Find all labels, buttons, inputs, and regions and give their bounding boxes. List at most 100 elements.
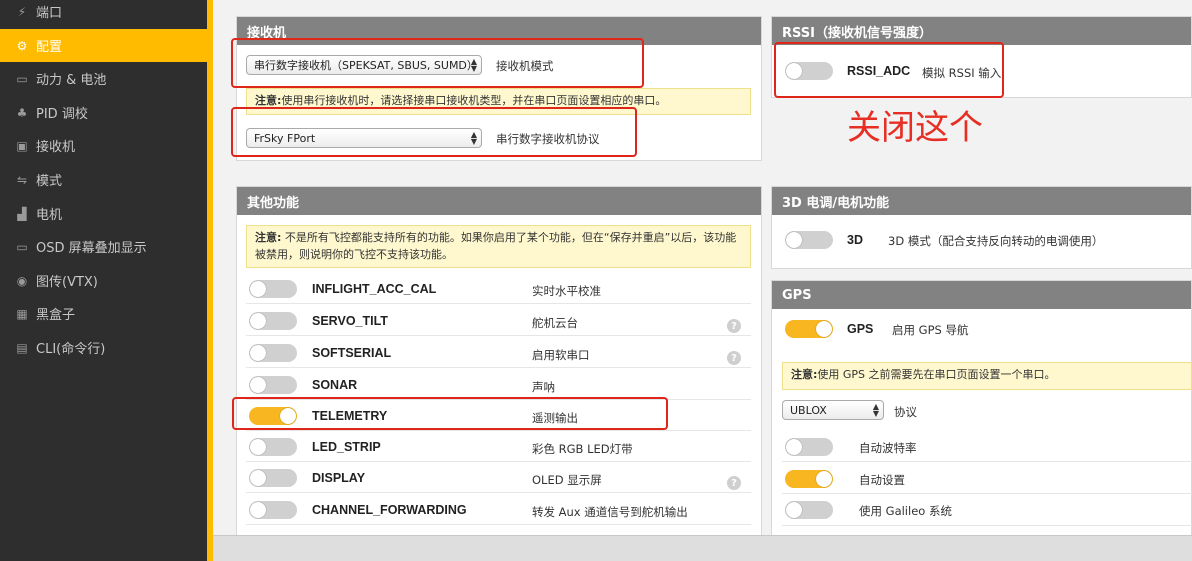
toggle-knob — [250, 377, 266, 393]
terminal-icon: ▤ — [16, 340, 28, 355]
sidebar-item-label: PID 调校 — [36, 107, 88, 122]
gps-toggle[interactable] — [785, 320, 833, 338]
toggle-knob — [250, 313, 266, 329]
other-features-title: 其他功能 — [237, 187, 761, 215]
3d-mode-toggle[interactable] — [785, 231, 833, 249]
toggle-knob — [786, 439, 802, 455]
note-line-2: 被禁用，则说明你的飞控不支持该功能。 — [255, 248, 453, 261]
sidebar-item-modes[interactable]: ⇋ 模式 — [0, 163, 207, 196]
sidebar-item-cli[interactable]: ▤ CLI(命令行) — [0, 331, 207, 364]
divider — [246, 524, 751, 525]
osd-icon: ▭ — [16, 239, 28, 254]
other-features-note: 注意: 不是所有飞控都能支持所有的功能。如果你启用了某个功能，但在“保存并重启”… — [246, 225, 751, 268]
channel-forwarding-name: CHANNEL_FORWARDING — [312, 503, 467, 517]
divider — [246, 461, 751, 462]
note-text: 使用串行接收机时，请选择接串口接收机类型，并在串口页面设置相应的串口。 — [281, 94, 667, 107]
display-desc: OLED 显示屏 — [532, 473, 602, 487]
help-icon[interactable]: ? — [727, 476, 741, 490]
sidebar-item-label: 图传(VTX) — [36, 275, 98, 290]
inflight-acc-cal-toggle[interactable] — [249, 280, 297, 298]
divider — [782, 525, 1192, 526]
inflight-acc-cal-name: INFLIGHT_ACC_CAL — [312, 282, 437, 296]
gps-protocol-value: UBLOX — [790, 403, 827, 417]
gps-auto-baud-toggle[interactable] — [785, 438, 833, 456]
note-bold: 注意: — [255, 94, 282, 107]
toggle-knob — [816, 321, 832, 337]
sidebar-item-label: CLI(命令行) — [36, 342, 106, 357]
annotation-text: 关闭这个 — [847, 108, 983, 148]
rssi-panel-title: RSSI（接收机信号强度） — [772, 17, 1191, 45]
divider — [782, 493, 1192, 494]
annotation-box-receiver-mode — [231, 38, 644, 88]
toggle-knob — [250, 470, 266, 486]
sidebar-item-motors[interactable]: ▟ 电机 — [0, 197, 207, 230]
sidebar-item-ports[interactable]: ⚡ 端口 — [0, 0, 207, 28]
3d-mode-name: 3D — [847, 233, 863, 247]
sidebar-item-vtx[interactable]: ◉ 图传(VTX) — [0, 264, 207, 297]
sidebar-item-receiver[interactable]: ▣ 接收机 — [0, 129, 207, 162]
led-strip-toggle[interactable] — [249, 438, 297, 456]
battery-icon: ▭ — [16, 71, 28, 86]
gps-protocol-select[interactable]: UBLOX ▲ ▼ — [782, 400, 884, 420]
toggle-knob — [786, 232, 802, 248]
broadcast-icon: ◉ — [16, 273, 28, 288]
display-name: DISPLAY — [312, 471, 366, 485]
toggle-knob — [250, 345, 266, 361]
note-line-1: 不是所有飞控都能支持所有的功能。如果你启用了某个功能，但在“保存并重启”以后，该… — [284, 231, 737, 244]
sidebar-item-blackbox[interactable]: ▦ 黑盒子 — [0, 297, 207, 330]
led-strip-name: LED_STRIP — [312, 440, 381, 454]
sidebar-item-label: 配置 — [36, 40, 63, 55]
toggle-knob — [250, 281, 266, 297]
gps-auto-config-toggle[interactable] — [785, 470, 833, 488]
sidebar-item-osd[interactable]: ▭ OSD 屏幕叠加显示 — [0, 230, 207, 263]
channel-forwarding-toggle[interactable] — [249, 501, 297, 519]
annotation-box-rssi — [774, 42, 1004, 98]
inflight-acc-cal-desc: 实时水平校准 — [532, 284, 601, 298]
esc-3d-panel: 3D 电调/电机功能 — [771, 186, 1192, 269]
sidebar-item-pid-tuning[interactable]: ♣ PID 调校 — [0, 96, 207, 129]
main-content: 接收机 串行数字接收机（SPEKSAT, SBUS, SUMD） ▲ ▼ 接收机模… — [213, 0, 1192, 535]
toggle-knob — [250, 502, 266, 518]
gps-desc: 启用 GPS 导航 — [892, 323, 969, 337]
sidebar-item-power-battery[interactable]: ▭ 动力 & 电池 — [0, 62, 207, 95]
sidebar-item-label: 模式 — [36, 174, 63, 189]
divider — [246, 430, 751, 431]
select-arrows-icon: ▲ ▼ — [872, 402, 879, 418]
divider — [246, 492, 751, 493]
sonar-desc: 声呐 — [532, 380, 555, 394]
softserial-desc: 启用软串口 — [532, 348, 590, 362]
divider — [782, 461, 1192, 462]
sidebar-item-label: 电机 — [36, 208, 63, 223]
display-toggle[interactable] — [249, 469, 297, 487]
gps-galileo-label: 使用 Galileo 系统 — [859, 504, 952, 518]
sonar-toggle[interactable] — [249, 376, 297, 394]
servo-tilt-name: SERVO_TILT — [312, 314, 388, 328]
sidebar-item-label: 接收机 — [36, 140, 76, 155]
sidebar-item-label: 黑盒子 — [36, 308, 76, 323]
sidebar-item-label: OSD 屏幕叠加显示 — [36, 241, 147, 256]
sidebar-item-label: 动力 & 电池 — [36, 73, 107, 88]
sidebar-item-label: 端口 — [36, 6, 63, 21]
footer-bar — [213, 535, 1192, 561]
gear-icon: ⚙ — [16, 38, 28, 53]
help-icon[interactable]: ? — [727, 319, 741, 333]
channel-forwarding-desc: 转发 Aux 通道信号到舵机输出 — [532, 505, 688, 519]
gps-title: GPS — [772, 281, 1191, 309]
gps-protocol-label: 协议 — [894, 405, 917, 419]
gamepad-icon: ▣ — [16, 138, 28, 153]
note-bold: 注意: — [791, 368, 818, 381]
sitemap-icon: ♣ — [16, 105, 28, 120]
annotation-box-telemetry — [232, 397, 668, 430]
servo-tilt-toggle[interactable] — [249, 312, 297, 330]
gps-galileo-toggle[interactable] — [785, 501, 833, 519]
gps-auto-baud-label: 自动波特率 — [859, 441, 917, 455]
help-icon[interactable]: ? — [727, 351, 741, 365]
toggle-knob — [786, 502, 802, 518]
sidebar-item-configuration[interactable]: ⚙ 配置 — [0, 29, 207, 62]
toggle-knob — [250, 439, 266, 455]
divider — [246, 303, 751, 304]
softserial-toggle[interactable] — [249, 344, 297, 362]
gps-auto-config-label: 自动设置 — [859, 473, 905, 487]
annotation-box-serial-protocol — [231, 107, 637, 157]
divider — [246, 367, 751, 368]
